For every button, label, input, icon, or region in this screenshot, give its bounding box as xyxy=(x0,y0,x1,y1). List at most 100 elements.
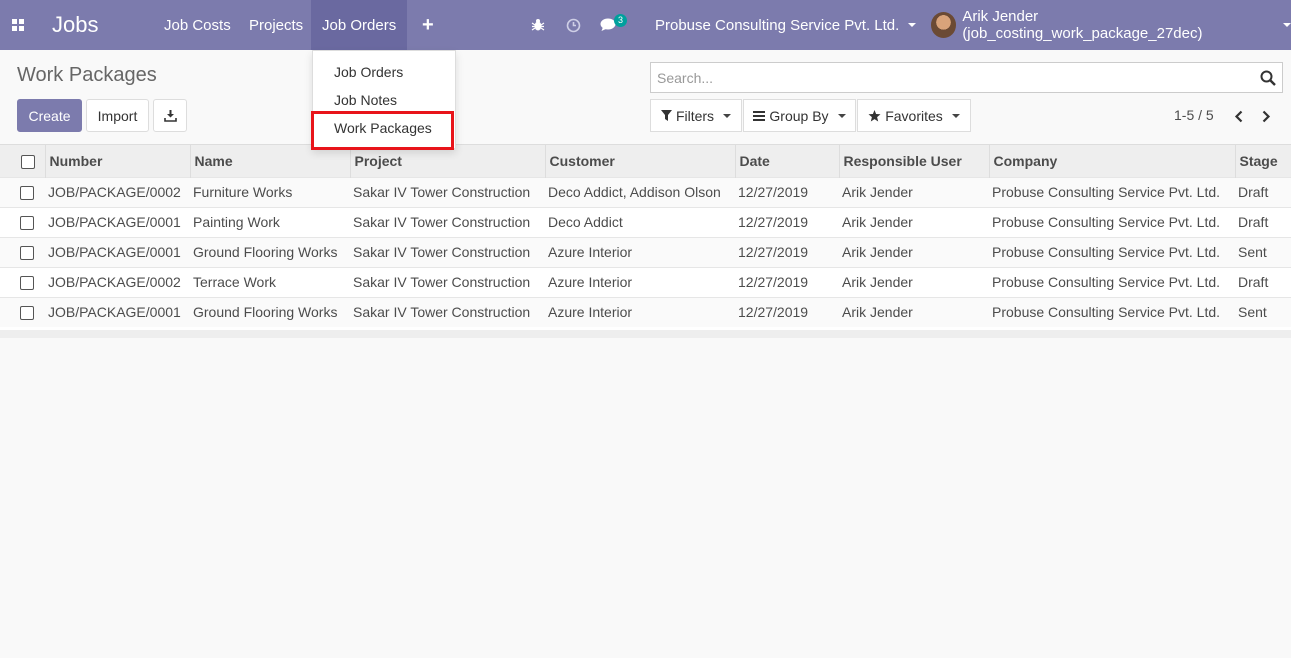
cell-date: 12/27/2019 xyxy=(738,244,809,260)
cell-name: Ground Flooring Works xyxy=(193,244,338,260)
table-row[interactable]: JOB/PACKAGE/0001 Painting Work Sakar IV … xyxy=(0,207,1291,237)
cell-date: 12/27/2019 xyxy=(738,304,809,321)
cell-name: Painting Work xyxy=(193,214,280,230)
import-button[interactable]: Import xyxy=(86,99,149,132)
cell-number: JOB/PACKAGE/0002 xyxy=(48,184,181,200)
chevron-right-icon[interactable] xyxy=(1259,108,1273,124)
cell-stage: Draft xyxy=(1238,184,1269,200)
cell-company: Probuse Consulting Service Pvt. Ltd. xyxy=(992,244,1221,260)
cell-customer: Deco Addict xyxy=(548,214,623,230)
table-row[interactable]: JOB/PACKAGE/0002 Terrace Work Sakar IV T… xyxy=(0,267,1291,297)
cell-project: Sakar IV Tower Construction xyxy=(353,244,531,260)
column-header-date[interactable]: Date xyxy=(734,145,839,177)
group-by-button[interactable]: Group By xyxy=(743,99,856,132)
column-header-number[interactable]: Number xyxy=(44,145,190,177)
clock-icon[interactable] xyxy=(565,0,581,50)
row-checkbox[interactable] xyxy=(20,186,34,201)
column-header-company[interactable]: Company xyxy=(988,145,1235,177)
chevron-down-icon xyxy=(837,113,846,118)
cell-number: JOB/PACKAGE/0001 xyxy=(48,244,181,260)
create-button[interactable]: Create xyxy=(17,99,82,132)
apps-menu-icon[interactable] xyxy=(8,0,28,50)
nav-job-costs[interactable]: Job Costs xyxy=(164,0,231,50)
row-checkbox[interactable] xyxy=(20,216,34,231)
cell-number: JOB/PACKAGE/0001 xyxy=(48,304,181,321)
cell-stage: Draft xyxy=(1238,214,1269,230)
cell-date: 12/27/2019 xyxy=(738,274,809,290)
favorites-label: Favorites xyxy=(885,107,943,124)
avatar xyxy=(931,12,957,38)
select-all-checkbox[interactable] xyxy=(21,154,35,169)
cell-project: Sakar IV Tower Construction xyxy=(353,274,531,290)
cell-stage: Sent xyxy=(1238,304,1267,321)
plus-icon[interactable]: + xyxy=(422,0,434,50)
cell-company: Probuse Consulting Service Pvt. Ltd. xyxy=(992,274,1221,290)
column-header-responsible-user[interactable]: Responsible User xyxy=(838,145,989,177)
group-by-label: Group By xyxy=(769,107,829,124)
menu-item-job-notes[interactable]: Job Notes xyxy=(334,92,397,108)
list-icon xyxy=(753,111,766,121)
filters-label: Filters xyxy=(675,107,715,124)
row-checkbox[interactable] xyxy=(20,306,34,321)
search-input[interactable] xyxy=(651,63,1241,92)
user-menu[interactable]: Arik Jender (job_costing_work_package_27… xyxy=(931,0,1291,50)
cell-name: Terrace Work xyxy=(193,274,276,290)
row-checkbox[interactable] xyxy=(20,276,34,291)
row-select-cell xyxy=(0,177,45,207)
cell-responsible-user: Arik Jender xyxy=(842,304,913,321)
row-select-cell xyxy=(0,297,45,327)
table-footer xyxy=(0,330,1291,338)
filters-button[interactable]: Filters xyxy=(650,99,742,132)
top-navbar: Jobs Job Costs Projects Job Orders + 3 P… xyxy=(0,0,1291,50)
column-header-stage[interactable]: Stage xyxy=(1234,145,1291,177)
cell-stage: Sent xyxy=(1238,244,1267,260)
search-bar xyxy=(650,62,1283,93)
chevron-down-icon xyxy=(951,113,960,118)
cell-responsible-user: Arik Jender xyxy=(842,214,913,230)
nav-job-orders[interactable]: Job Orders xyxy=(311,0,408,50)
chevron-down-icon xyxy=(1283,23,1291,27)
cell-customer: Azure Interior xyxy=(548,244,633,260)
cell-customer: Deco Addict, Addison Olson xyxy=(548,184,721,200)
table-row[interactable]: JOB/PACKAGE/0001 Ground Flooring Works S… xyxy=(0,297,1291,327)
table-row[interactable]: JOB/PACKAGE/0001 Ground Flooring Works S… xyxy=(0,237,1291,267)
cell-name: Furniture Works xyxy=(193,184,293,200)
cell-number: JOB/PACKAGE/0001 xyxy=(48,214,181,230)
cell-responsible-user: Arik Jender xyxy=(842,274,913,290)
cell-stage: Draft xyxy=(1238,274,1269,290)
cell-company: Probuse Consulting Service Pvt. Ltd. xyxy=(992,184,1221,200)
chevron-left-icon[interactable] xyxy=(1231,108,1245,124)
cell-responsible-user: Arik Jender xyxy=(842,184,913,200)
row-checkbox[interactable] xyxy=(20,246,34,261)
download-icon xyxy=(163,110,177,122)
table-row[interactable]: JOB/PACKAGE/0002 Furniture Works Sakar I… xyxy=(0,177,1291,207)
company-name: Probuse Consulting Service Pvt. Ltd. xyxy=(655,16,900,34)
download-button[interactable] xyxy=(153,99,187,132)
cell-date: 12/27/2019 xyxy=(738,184,809,200)
row-select-cell xyxy=(0,267,45,297)
table-header-row: Number Name Project Customer Date Respon… xyxy=(0,145,1291,177)
cell-number: JOB/PACKAGE/0002 xyxy=(48,274,181,290)
menu-item-job-orders[interactable]: Job Orders xyxy=(334,64,403,80)
cell-project: Sakar IV Tower Construction xyxy=(353,304,531,321)
search-icon[interactable] xyxy=(1260,70,1276,86)
cell-project: Sakar IV Tower Construction xyxy=(353,214,531,230)
cell-name: Ground Flooring Works xyxy=(193,304,338,321)
favorites-button[interactable]: Favorites xyxy=(857,99,971,132)
chat-icon[interactable]: 3 xyxy=(600,0,632,50)
company-switcher[interactable]: Probuse Consulting Service Pvt. Ltd. xyxy=(655,0,917,50)
list-view: Number Name Project Customer Date Respon… xyxy=(0,144,1291,338)
cell-company: Probuse Consulting Service Pvt. Ltd. xyxy=(992,304,1221,321)
cell-project: Sakar IV Tower Construction xyxy=(353,184,531,200)
chevron-down-icon xyxy=(908,23,917,27)
cell-date: 12/27/2019 xyxy=(738,214,809,230)
work-packages-table: Number Name Project Customer Date Respon… xyxy=(0,145,1291,327)
app-brand: Jobs xyxy=(52,12,99,37)
select-all-cell xyxy=(0,145,45,177)
pager-value[interactable]: 1-5 / 5 xyxy=(1174,107,1214,123)
chevron-down-icon xyxy=(723,113,732,118)
bug-icon[interactable] xyxy=(530,0,546,50)
row-select-cell xyxy=(0,207,45,237)
nav-projects[interactable]: Projects xyxy=(249,0,303,50)
column-header-customer[interactable]: Customer xyxy=(544,145,735,177)
